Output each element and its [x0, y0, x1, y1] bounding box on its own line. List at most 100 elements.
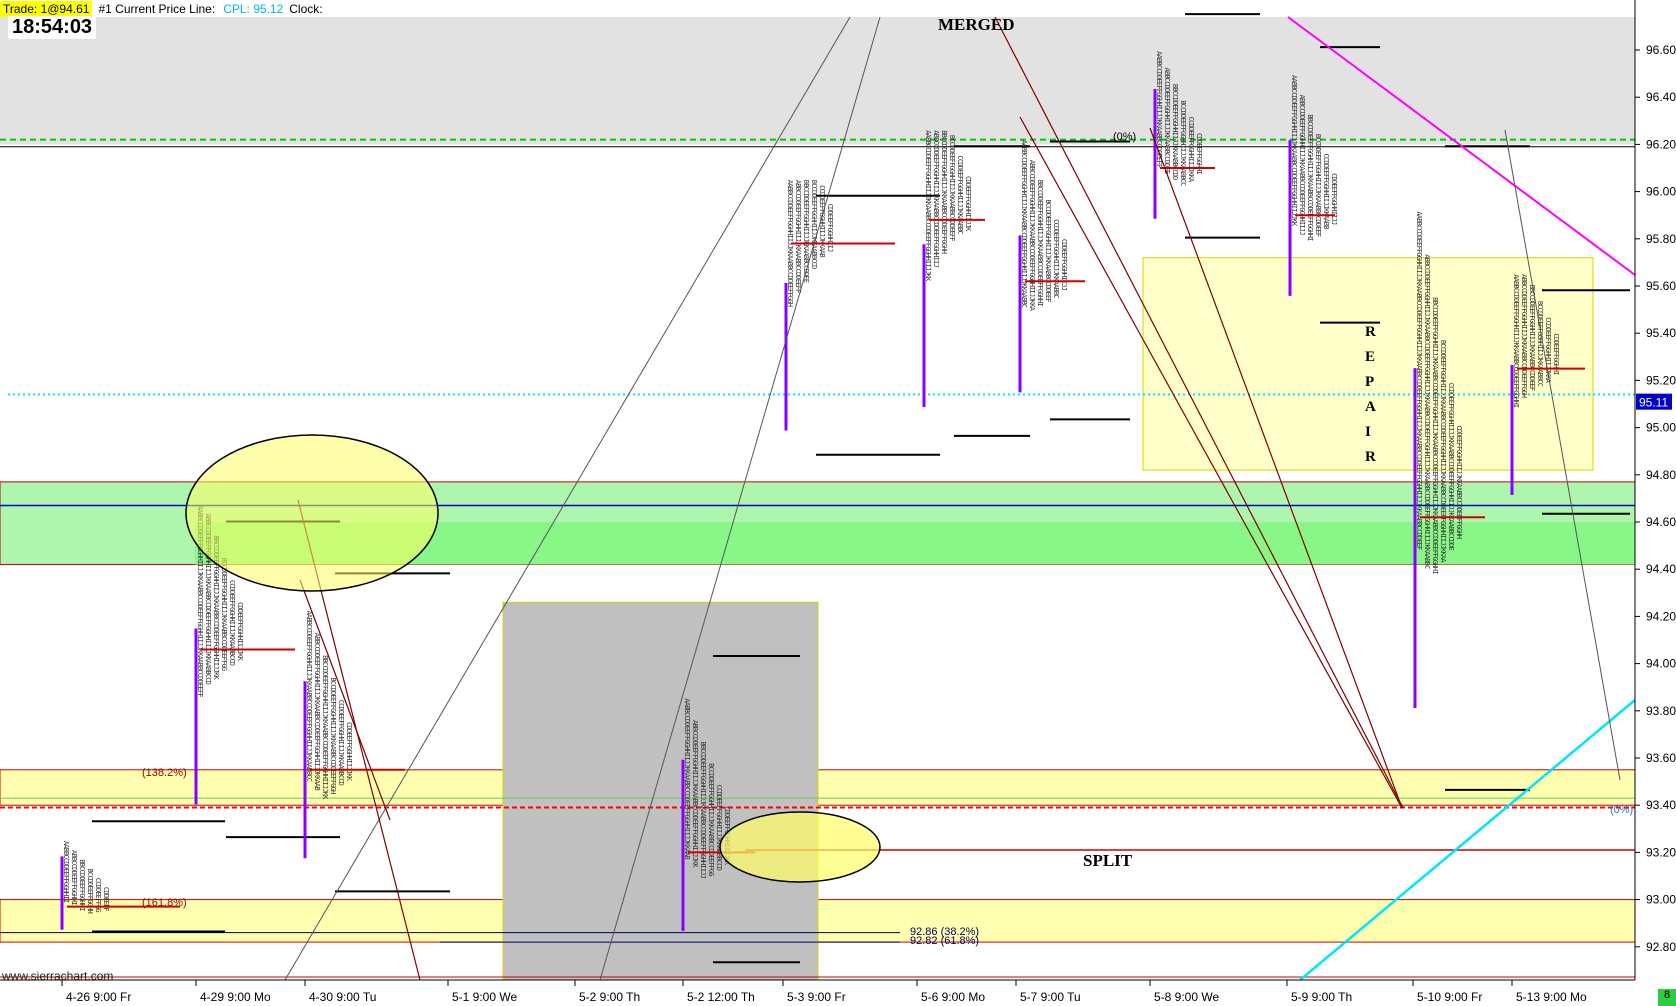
profile-column: CDDEEFFGGHHIIJJ: [1060, 239, 1068, 291]
profile-column: BCCDDEEFFGGHHIIJJKKAABBCCDDEEFFGG: [707, 763, 715, 876]
profile-column: BBCCDDEEFFGGHHIIJJKKAABBCCDDEE: [802, 180, 810, 283]
profile-column: ABBCCDDEEFFGGHHIIJJKKAABBCCDDEEFFGGHHIIJ…: [1298, 95, 1306, 236]
profile-column: AABBCCDDEEFFGGHHIIJJKKAABBCCDDEEFFGGHHII…: [305, 611, 313, 782]
profile-column: BCCDDEEFFGGHHIIJJKKAABBCCDDEEF: [1044, 199, 1052, 302]
y-tick-label: 93.60: [1646, 751, 1676, 765]
cpl-value: CPL: 95.12: [223, 1, 284, 16]
current-price-label: 95.11: [1639, 396, 1668, 410]
y-tick-label: 95.40: [1646, 326, 1676, 340]
profile-column: BCCDDEEFFGGHHIIJJKKAABBCC: [1179, 100, 1187, 186]
profile-column: CCDDEEFFGGHHIIJJKKAABBCCD: [715, 785, 723, 871]
y-tick-label: 93.20: [1646, 845, 1676, 859]
profile-column: CCDDEEFFGGHHIIJJKKAABBCCD: [228, 580, 236, 666]
cpl-label: #1 Current Price Line:: [98, 1, 216, 16]
profile-column: CDDEEFFGGHHIIJJ: [1330, 173, 1338, 225]
y-tick-label: 93.00: [1646, 893, 1676, 907]
annotation-repair-letter: I: [1365, 424, 1371, 440]
profile-column: ABBCCDDEEFFGGHHIIJJKKAABBCCDDEEFFGGHHIIJ…: [691, 720, 699, 868]
profile-column: ABBCCDDEEFFGGHHIIJJKKAABBCCDDEEFFGGHHIIJ…: [1423, 254, 1431, 569]
profile-column: BCCDDEEFFGGHHIIJJKKAABBCCD: [810, 180, 818, 269]
annotation-repair-letter: P: [1365, 374, 1374, 390]
x-tick-label: 4-26 9:00 Fr: [66, 990, 131, 1004]
y-tick-label: 96.40: [1646, 90, 1676, 104]
profile-column: ABBCCDDEEFFGGHHIIJJKKAABBCCDDEEFF: [794, 180, 802, 293]
profile-column: CDDEEFFGGHHIIJ: [826, 204, 834, 252]
x-tick-label: 5-1 9:00 We: [452, 990, 517, 1004]
profile-column: BCCDDEEFFGGHHIIJJKKAABBCCDDEEF: [1314, 134, 1322, 237]
profile-column: CDDEEFF: [102, 887, 110, 911]
profile-5-6: AABBCCDDEEFFGGHHIIJJKKAABBCCDDEEFFGGHHII…: [922, 130, 1030, 437]
corner-badge[interactable]: 8: [1658, 989, 1676, 1006]
profile-column: CCDDEEFFGGHHIIJJKKAABB: [1322, 154, 1330, 230]
fib-label: (161.8%): [142, 897, 187, 909]
profile-column: BBCCDDEEFFGGHHIIJJKKAABBCCDD: [1171, 84, 1179, 180]
y-tick-label: 93.80: [1646, 704, 1676, 718]
y-tick-label: 94.80: [1646, 468, 1676, 482]
profile-column: BBCCDDEEFFGGHHIIJJKKAABBCCDDEEFFGGHH: [940, 130, 948, 254]
x-tick-label: 5-8 9:00 We: [1154, 990, 1219, 1004]
profile-5-3: AABBCCDDEEFFGGHHIIJJKKAABBCCDDEEFFGGH ABB…: [784, 180, 940, 456]
profile-column: AABBCCDDEEFFGGHHIIJJKKAABBCCDDEEFFGGHHI: [1512, 274, 1520, 408]
fib-label: (0%): [1610, 804, 1633, 816]
x-tick-label: 4-30 9:00 Tu: [309, 990, 376, 1004]
fib-label: (138.2%): [142, 767, 187, 779]
profile-column: BBCCDDEEFFGGHHIIJJKKAABBCCDDEEFFGGHHI: [1036, 180, 1044, 307]
profile-column: CDDEEFFGGHHIIJJK: [964, 176, 972, 232]
x-tick-label: 5-6 9:00 Mo: [921, 990, 985, 1004]
x-tick-label: 5-13 9:00 Mo: [1516, 990, 1587, 1004]
zone-top-gray: [0, 17, 1635, 145]
profile-column: CDDEEFFGGHHIIJJKK: [236, 602, 244, 662]
y-tick-label: 94.40: [1646, 562, 1676, 576]
x-tick-label: 5-9 9:00 Th: [1291, 990, 1352, 1004]
profile-column: ABBCCDDEEFFGGHHIIJJKKAABBCCDDEEFFGGHHIIJ: [932, 130, 940, 267]
x-tick-label: 5-7 9:00 Tu: [1020, 990, 1081, 1004]
watermark: www.sierrachart.com: [2, 969, 114, 983]
annotation-repair-letter: R: [1365, 324, 1376, 340]
profile-column: BCCDDEEFFGGHHIIJJKKAABBCCDDEEFF: [948, 135, 956, 241]
fib-label: (0%): [1113, 131, 1136, 143]
y-tick-label: 96.60: [1646, 43, 1676, 57]
ellipse-highlight: [719, 811, 881, 883]
annotation-merged: MERGED: [938, 15, 1015, 34]
profile-column: ABBCCDDEEFFGGHHI: [70, 850, 78, 905]
trade-indicator: Trade: 1@94.61: [0, 0, 93, 17]
y-tick-label: 94.00: [1646, 657, 1676, 671]
y-tick-label: 94.20: [1646, 609, 1676, 623]
profile-column: ABBCCDDEEFFGGHHIIJJKKAABBCCDDEEFFGGHHIIJ…: [1028, 160, 1036, 312]
profile-column: ABBCCDDEEFFGGHHIIJJKKAABBCCDDEE: [1163, 68, 1171, 174]
profile-column: CDDEEFFGGHHIIJJKKAABBCCDDEEFFGGHH: [1455, 426, 1463, 539]
profile-column: ABBCCDDEEFFGGHHIIJJKKAABBCCDDEEFFGGH: [1520, 274, 1528, 398]
profile-column: AABBCCDDEEFFGGHHIIJJKKAABBCCDDEEFFGGHHII…: [683, 698, 691, 859]
y-tick-label: 95.00: [1646, 421, 1676, 435]
profile-column: AABBCCDDEEFFGGHHIIJJKKAABBCCDDEEFF: [1155, 51, 1163, 168]
profile-column: CDDEEFFGGHHIIJJKK: [345, 722, 353, 782]
ellipse-highlight: [185, 434, 439, 592]
profile-column: AABBCCDDEEFFGGHHII: [62, 841, 70, 903]
profile-column: AABBCCDDEEFFGGHHIIJJKKAABBCCDDEEFFGGHHII…: [1020, 140, 1028, 308]
profile-column: BBCCDDEEFFGGHHIIJJKKAABBCCDDEEFFGGHHIIJJ…: [1431, 297, 1439, 574]
zone-gray-box: [502, 601, 819, 981]
y-tick-label: 92.80: [1646, 940, 1676, 954]
profile-column: CCDDEEFFGGHHIIJJKKAABBCCD: [337, 700, 345, 786]
market-profile-chart[interactable]: AABBCCDDEEFFGGHHII ABBCCDDEEFFGGHHI BBCCDD…: [0, 0, 1676, 1006]
fib-label: 92.82 (61.8%): [910, 935, 979, 947]
x-tick-label: 5-10 9:00 Fr: [1417, 990, 1482, 1004]
profile-column: BBCCDDEEFFGGHHIIJJKKAABBCCDDEEFFGGHHI: [1306, 114, 1314, 241]
profile-column: BCCDDEEFFGGHHIIJJKKAABBCCDDEEFFGGHHIIJJK…: [1439, 340, 1447, 564]
chart-header: Trade: 1@94.61 #1 Current Price Line: CP…: [0, 0, 323, 17]
profile-column: CCDDEEFFGGHHIIJJKKAABBC: [956, 155, 964, 234]
profile-5-7: AABBCCDDEEFFGGHHIIJJKKAABBCCDDEEFFGGHHII…: [1018, 140, 1130, 421]
y-tick-label: 94.60: [1646, 515, 1676, 529]
y-tick-label: 96.20: [1646, 137, 1676, 151]
profile-column: BBCCDDEEFFGGHHIIJJKKAABBCCDDEEFFGGHHIIJJ…: [321, 655, 329, 800]
clock-time: 18:54:03: [8, 16, 97, 39]
x-tick-label: 5-2 9:00 Th: [579, 990, 640, 1004]
annotation-repair-letter: A: [1365, 399, 1376, 415]
y-tick-label: 95.20: [1646, 373, 1676, 387]
y-tick-label: 93.40: [1646, 798, 1676, 812]
annotation-repair-letter: E: [1365, 349, 1375, 365]
x-tick-label: 5-3 9:00 Fr: [787, 990, 846, 1004]
y-tick-label: 95.80: [1646, 232, 1676, 246]
profile-column: CCDDEEFFGGHHIIJJKKAABBC: [1052, 219, 1060, 298]
profile-column: BCCDDEEFFGGHHIIJJKKAABBCCDDEEFFGG: [220, 558, 228, 671]
